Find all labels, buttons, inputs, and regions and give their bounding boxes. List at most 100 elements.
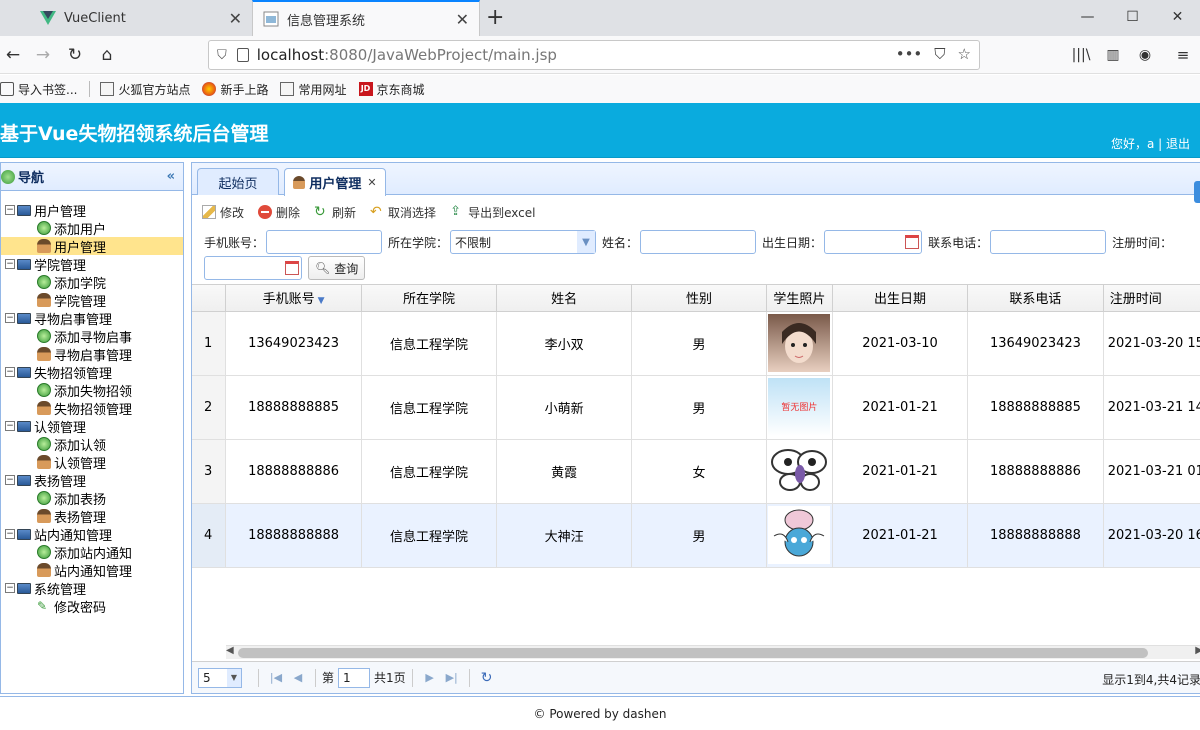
table-row[interactable]: 2 18888888885 信息工程学院 小萌新男暂无图片 2021-01-21 1888… bbox=[192, 375, 1200, 440]
close-icon[interactable]: ✕ bbox=[229, 9, 242, 28]
bookmark-common-sites[interactable]: 常用网址 bbox=[280, 81, 347, 98]
collapse-toggle-icon[interactable]: − bbox=[5, 529, 15, 539]
sidebar-item[interactable]: 站内通知管理 bbox=[1, 561, 183, 580]
phone-input[interactable] bbox=[266, 230, 383, 254]
collapse-toggle-icon[interactable]: − bbox=[5, 583, 15, 593]
url-text[interactable]: localhost:8080/JavaWebProject/main.jsp bbox=[257, 46, 557, 64]
sidebar-group[interactable]: − 失物招领管理 bbox=[1, 363, 183, 382]
edge-button[interactable] bbox=[1194, 181, 1200, 203]
delete-button[interactable]: 删除 bbox=[258, 204, 300, 221]
first-page-icon[interactable]: |◀ bbox=[265, 671, 287, 684]
sidebar-item[interactable]: 添加失物招领 bbox=[1, 381, 183, 400]
collapse-toggle-icon[interactable]: − bbox=[5, 313, 15, 323]
column-header-sex[interactable]: 性别 bbox=[631, 285, 767, 312]
sidebar-item[interactable]: 寻物启事管理 bbox=[1, 345, 183, 364]
forward-icon[interactable]: → bbox=[32, 44, 54, 66]
sidebar-icon[interactable]: ▥ bbox=[1102, 44, 1124, 66]
collapse-toggle-icon[interactable]: − bbox=[5, 421, 15, 431]
tel-input[interactable] bbox=[990, 230, 1107, 254]
column-header-college[interactable]: 所在学院 bbox=[361, 285, 498, 312]
calendar-icon[interactable] bbox=[905, 235, 920, 249]
calendar-icon[interactable] bbox=[285, 261, 299, 275]
table-row[interactable]: 1 13649023423 信息工程学院 李小双男 2021-03-10 13649023… bbox=[192, 311, 1200, 376]
new-tab-icon[interactable]: + bbox=[486, 5, 504, 30]
address-bar[interactable]: ⛉ localhost:8080/JavaWebProject/main.jsp… bbox=[208, 40, 980, 70]
name-input[interactable] bbox=[640, 230, 757, 254]
column-header-reg-time[interactable]: 注册时间 bbox=[1103, 285, 1200, 312]
close-icon[interactable]: ✕ bbox=[456, 10, 469, 29]
bookmark-jd[interactable]: JD 京东商城 bbox=[358, 81, 425, 98]
sidebar-item[interactable]: 表扬管理 bbox=[1, 507, 183, 526]
birth-date-input[interactable] bbox=[824, 230, 923, 254]
bookmark-getting-started[interactable]: 新手上路 bbox=[202, 81, 268, 98]
sidebar-item[interactable]: 添加用户 bbox=[1, 219, 183, 238]
prev-page-icon[interactable]: ◀ bbox=[287, 671, 309, 684]
sidebar-item[interactable]: 添加站内通知 bbox=[1, 543, 183, 562]
page-number-input[interactable]: 1 bbox=[338, 667, 371, 688]
more-icon[interactable]: ••• bbox=[896, 45, 923, 63]
star-icon[interactable]: ☆ bbox=[958, 45, 971, 63]
sidebar-item[interactable]: 认领管理 bbox=[1, 453, 183, 472]
scroll-right-icon[interactable]: ▶ bbox=[1195, 645, 1200, 656]
maximize-icon[interactable]: ☐ bbox=[1110, 0, 1155, 34]
refresh-button[interactable]: ↻ 刷新 bbox=[314, 204, 356, 221]
page-size-select[interactable]: 5 ▼ bbox=[198, 667, 242, 688]
minimize-icon[interactable]: — bbox=[1065, 0, 1110, 34]
shield-icon[interactable]: ⛉ bbox=[217, 48, 227, 63]
tab-home[interactable]: 起始页 bbox=[197, 168, 279, 195]
sidebar-item[interactable]: 用户管理 bbox=[1, 237, 183, 256]
edit-button[interactable]: 修改 bbox=[202, 204, 244, 221]
browser-tab-vueclient[interactable]: VueClient ✕ bbox=[30, 0, 252, 36]
reload-icon[interactable]: ↻ bbox=[64, 44, 86, 66]
column-header-name[interactable]: 姓名 bbox=[496, 285, 633, 312]
sidebar-item[interactable]: 添加学院 bbox=[1, 273, 183, 292]
tab-user-management[interactable]: 用户管理 ✕ bbox=[284, 168, 386, 196]
sidebar-group[interactable]: − 认领管理 bbox=[1, 417, 183, 436]
sidebar-item[interactable]: 添加认领 bbox=[1, 435, 183, 454]
collapse-icon[interactable]: « bbox=[167, 169, 175, 184]
collapse-toggle-icon[interactable]: − bbox=[5, 367, 15, 377]
query-button[interactable]: 🔍︎ 查询 bbox=[308, 256, 366, 280]
menu-icon[interactable]: ≡ bbox=[1172, 44, 1194, 66]
sidebar-group[interactable]: − 表扬管理 bbox=[1, 471, 183, 490]
bookmark-import[interactable]: 导入书签... bbox=[0, 81, 77, 98]
collapse-toggle-icon[interactable]: − bbox=[5, 205, 15, 215]
chevron-down-icon[interactable]: ▼ bbox=[227, 668, 241, 687]
sidebar-group[interactable]: − 寻物启事管理 bbox=[1, 309, 183, 328]
sidebar-item[interactable]: 添加表扬 bbox=[1, 489, 183, 508]
cancel-selection-button[interactable]: ↶ 取消选择 bbox=[370, 204, 436, 221]
table-row[interactable]: 4 18888888888 信息工程学院 大神汪男 2021-01-21 18888888… bbox=[192, 503, 1200, 568]
browser-tab-info-system[interactable]: 信息管理系统 ✕ bbox=[252, 0, 480, 36]
sidebar-item[interactable]: ✎ 修改密码 bbox=[1, 597, 183, 616]
user-greeting[interactable]: 您好，a | 退出 bbox=[1111, 135, 1190, 152]
reg-time-input[interactable] bbox=[204, 256, 302, 280]
college-select[interactable]: 不限制 ▼ bbox=[450, 230, 597, 254]
column-header-phone[interactable]: 手机账号 ▼ bbox=[225, 285, 362, 312]
last-page-icon[interactable]: ▶| bbox=[441, 671, 463, 684]
sidebar-group[interactable]: − 系统管理 bbox=[1, 579, 183, 598]
pocket-icon[interactable]: ⛉ bbox=[934, 45, 945, 63]
column-header-photo[interactable]: 学生照片 bbox=[766, 285, 833, 312]
reload-icon[interactable]: ↻ bbox=[476, 670, 498, 686]
library-icon[interactable]: |||\ bbox=[1070, 44, 1092, 66]
page-info-icon[interactable] bbox=[236, 48, 249, 62]
column-header-birth[interactable]: 出生日期 bbox=[832, 285, 969, 312]
collapse-toggle-icon[interactable]: − bbox=[5, 259, 15, 269]
export-excel-button[interactable]: ⇪ 导出到excel bbox=[450, 204, 535, 221]
account-icon[interactable]: ◉ bbox=[1134, 44, 1156, 66]
table-row[interactable]: 3 18888888886 信息工程学院 黄霞女 2021-01-21 188888888… bbox=[192, 439, 1200, 504]
sidebar-item[interactable]: 添加寻物启事 bbox=[1, 327, 183, 346]
scrollbar-thumb[interactable] bbox=[238, 648, 1148, 658]
sidebar-group[interactable]: − 学院管理 bbox=[1, 255, 183, 274]
sidebar-group[interactable]: − 用户管理 bbox=[1, 201, 183, 220]
collapse-toggle-icon[interactable]: − bbox=[5, 475, 15, 485]
close-window-icon[interactable]: ✕ bbox=[1155, 0, 1200, 34]
next-page-icon[interactable]: ▶ bbox=[419, 671, 441, 684]
chevron-down-icon[interactable]: ▼ bbox=[577, 231, 596, 253]
sidebar-group[interactable]: − 站内通知管理 bbox=[1, 525, 183, 544]
sidebar-item[interactable]: 失物招领管理 bbox=[1, 399, 183, 418]
close-icon[interactable]: ✕ bbox=[367, 176, 376, 189]
horizontal-scrollbar[interactable]: ◀ ▶ bbox=[226, 645, 1200, 659]
scroll-left-icon[interactable]: ◀ bbox=[226, 645, 234, 656]
bookmark-firefox-official[interactable]: 火狐官方站点 bbox=[100, 81, 190, 98]
